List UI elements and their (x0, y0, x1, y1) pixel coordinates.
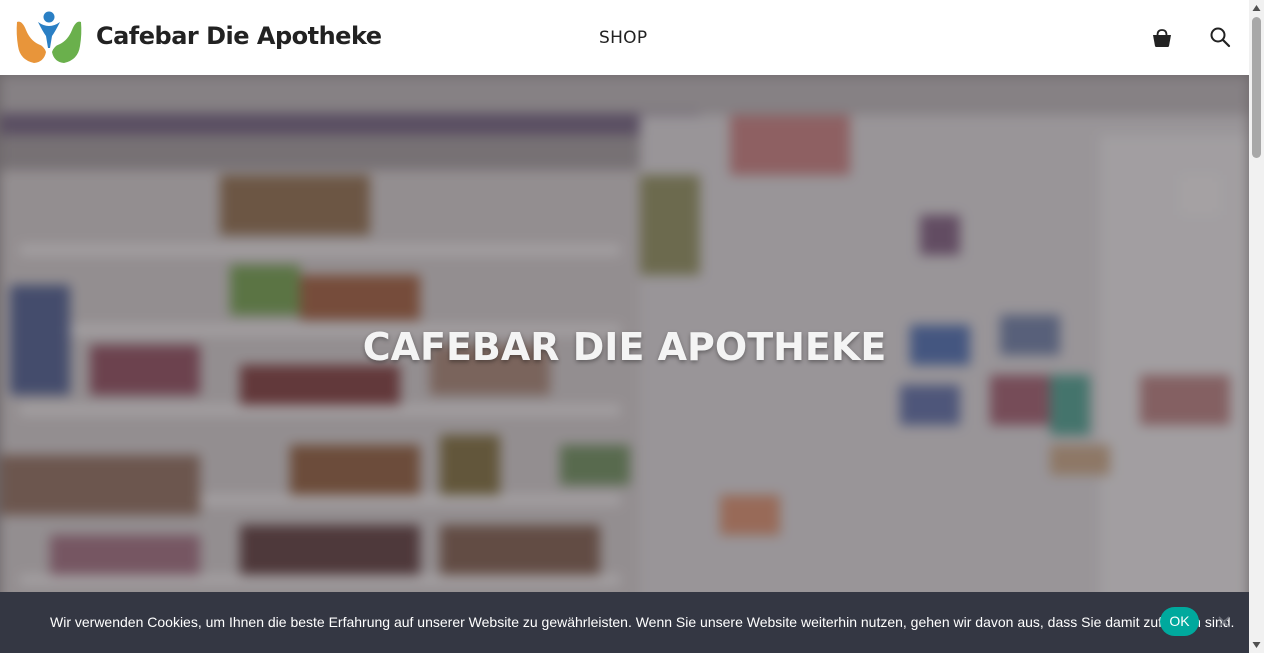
hero-title: CAFEBAR DIE APOTHEKE (362, 325, 887, 369)
site-title[interactable]: Cafebar Die Apotheke (96, 22, 382, 50)
cookie-notice-text: Wir verwenden Cookies, um Ihnen die best… (50, 614, 1235, 630)
hero-banner: CAFEBAR DIE APOTHEKE (0, 75, 1249, 653)
scroll-down-arrow-icon[interactable] (1252, 641, 1261, 649)
cart-icon[interactable] (1151, 27, 1173, 49)
page-scrollbar[interactable] (1249, 0, 1264, 653)
nav-item-shop[interactable]: SHOP (599, 28, 647, 48)
logo-icon (16, 11, 82, 63)
scrollbar-thumb[interactable] (1252, 17, 1261, 158)
site-logo[interactable] (14, 8, 84, 66)
close-icon[interactable] (1216, 614, 1232, 630)
cookie-notice-bar: Wir verwenden Cookies, um Ihnen die best… (0, 592, 1249, 653)
scroll-up-arrow-icon[interactable] (1252, 4, 1261, 12)
site-header: Cafebar Die Apotheke SHOP (0, 0, 1249, 75)
cookie-accept-button[interactable]: OK (1160, 607, 1199, 636)
search-icon[interactable] (1209, 26, 1231, 48)
